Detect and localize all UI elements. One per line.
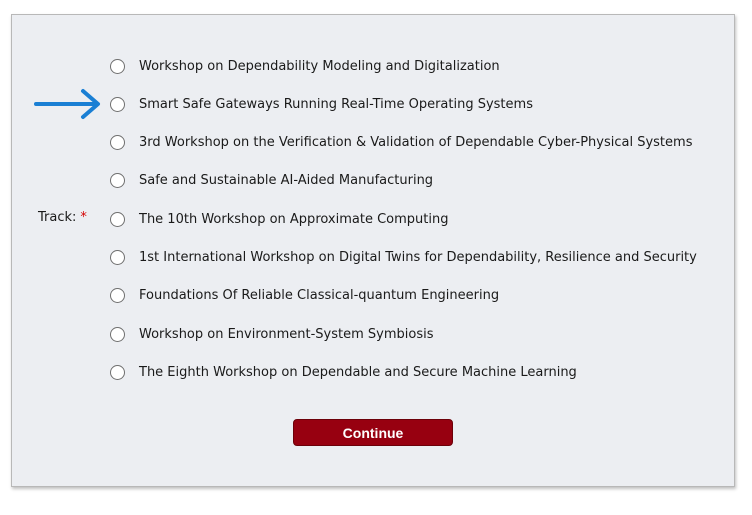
radio-button[interactable] [110,58,125,74]
track-option-5[interactable]: The 10th Workshop on Approximate Computi… [110,208,448,230]
radio-button[interactable] [110,287,125,303]
arrow-right-icon [34,89,100,119]
option-label[interactable]: Foundations Of Reliable Classical-quantu… [139,288,499,303]
track-option-2[interactable]: Smart Safe Gateways Running Real-Time Op… [110,93,533,115]
radio-button[interactable] [110,326,125,342]
option-label[interactable]: 3rd Workshop on the Verification & Valid… [139,135,692,150]
track-option-7[interactable]: Foundations Of Reliable Classical-quantu… [110,284,499,306]
option-label[interactable]: Safe and Sustainable AI-Aided Manufactur… [139,173,433,188]
option-label[interactable]: The Eighth Workshop on Dependable and Se… [139,365,577,380]
track-option-1[interactable]: Workshop on Dependability Modeling and D… [110,55,500,77]
radio-button[interactable] [110,134,125,150]
track-option-3[interactable]: 3rd Workshop on the Verification & Valid… [110,131,692,153]
track-option-6[interactable]: 1st International Workshop on Digital Tw… [110,246,697,268]
option-label[interactable]: Workshop on Dependability Modeling and D… [139,59,500,74]
option-label[interactable]: Smart Safe Gateways Running Real-Time Op… [139,97,533,112]
radio-button[interactable] [110,96,125,112]
track-field-label: Track: * [38,210,87,225]
continue-button[interactable]: Continue [293,419,453,446]
option-label[interactable]: The 10th Workshop on Approximate Computi… [139,212,448,227]
option-label[interactable]: Workshop on Environment-System Symbiosis [139,327,434,342]
option-label[interactable]: 1st International Workshop on Digital Tw… [139,250,697,265]
radio-button[interactable] [110,249,125,265]
track-label-text: Track: [38,210,77,225]
required-marker: * [80,210,87,225]
radio-button[interactable] [110,364,125,380]
track-option-9[interactable]: The Eighth Workshop on Dependable and Se… [110,361,577,383]
radio-button[interactable] [110,172,125,188]
track-option-4[interactable]: Safe and Sustainable AI-Aided Manufactur… [110,169,433,191]
track-option-8[interactable]: Workshop on Environment-System Symbiosis [110,323,434,345]
radio-button[interactable] [110,211,125,227]
form-panel: Track: * Workshop on Dependability Modeli… [11,14,735,487]
